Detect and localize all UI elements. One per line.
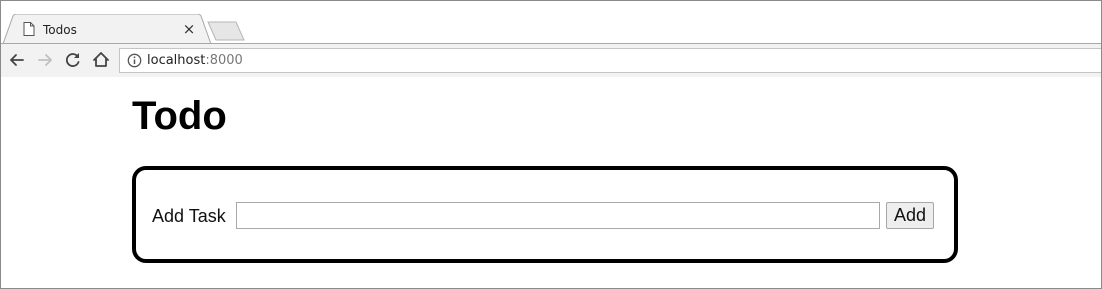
add-task-form: Add Task Add bbox=[132, 166, 958, 263]
forward-arrow-icon bbox=[38, 54, 52, 66]
forward-button[interactable] bbox=[35, 50, 55, 70]
reload-button[interactable] bbox=[63, 50, 83, 70]
address-port: :8000 bbox=[205, 53, 243, 68]
tab-close-icon[interactable]: × bbox=[181, 19, 197, 38]
tab-todos[interactable]: Todos × bbox=[21, 15, 201, 44]
back-button[interactable] bbox=[7, 50, 27, 70]
home-icon bbox=[93, 52, 109, 67]
browser-toolbar: localhost:8000 bbox=[1, 44, 1101, 77]
address-bar[interactable]: localhost:8000 bbox=[119, 48, 1101, 73]
page-title: Todo bbox=[132, 94, 227, 138]
address-host: localhost bbox=[147, 53, 206, 68]
add-button[interactable]: Add bbox=[886, 202, 934, 229]
info-icon[interactable] bbox=[127, 53, 142, 68]
address-url: localhost:8000 bbox=[147, 53, 243, 68]
tab-strip: Todos × bbox=[1, 1, 1101, 45]
home-button[interactable] bbox=[91, 50, 111, 70]
reload-icon bbox=[65, 53, 80, 67]
task-input[interactable] bbox=[236, 202, 880, 229]
new-tab-icon[interactable] bbox=[207, 21, 245, 41]
add-task-label: Add Task bbox=[152, 206, 226, 226]
page-content: Todo Add Task Add bbox=[1, 77, 1101, 288]
back-arrow-icon bbox=[10, 54, 24, 66]
tab-title: Todos bbox=[43, 23, 77, 37]
page-icon bbox=[23, 22, 35, 36]
browser-window: Todos × localhost:8000 Todo Add Task Add bbox=[0, 0, 1102, 289]
